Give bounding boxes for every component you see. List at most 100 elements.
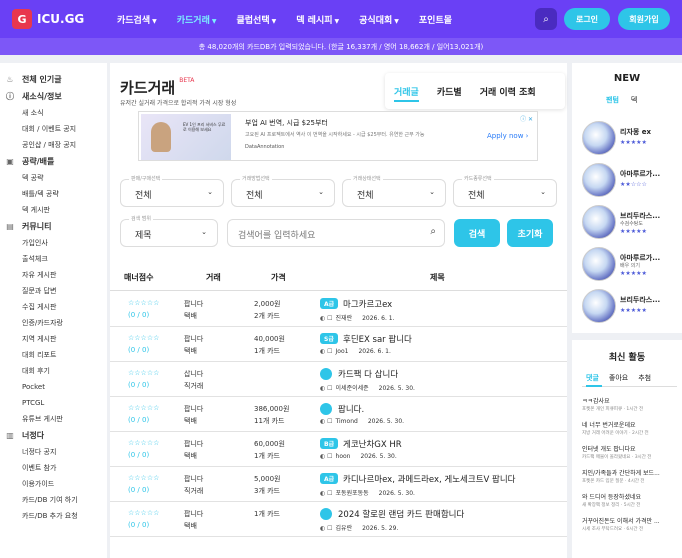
nav-official-tournament[interactable]: 공식대회 ▼ bbox=[359, 13, 399, 26]
nav-deck-recipe[interactable]: 덱 레시피 ▼ bbox=[296, 13, 339, 26]
filter-card-type[interactable]: 카드종류선택 전체 ⌄ bbox=[453, 175, 557, 207]
author[interactable]: 포동원포동동 bbox=[336, 490, 369, 497]
sidebar-item[interactable]: 지역 게시판 bbox=[0, 331, 107, 347]
activity-item[interactable]: 네 너무 번거로운데요 지방 거래 어려운 이야기 · 2시간 전 bbox=[582, 420, 677, 436]
activity-item[interactable]: 와 드디어 등장하셨네요 새 확장팩 정보 정리 · 5시간 전 bbox=[582, 492, 677, 508]
sidebar-item[interactable]: 이벤트 참가 bbox=[0, 460, 107, 476]
new-card-item[interactable]: 브리두라스... ★★★★★ bbox=[582, 289, 677, 325]
sidebar-group-news[interactable]: ⓘ 새소식/정보 bbox=[0, 88, 107, 105]
table-row[interactable]: ☆☆☆☆☆ (0 / 0) 팝니다 택배 60,000원 1개 카드 B급 게코… bbox=[110, 433, 567, 467]
tab-new-cards[interactable]: 팬텀 bbox=[606, 96, 619, 104]
sidebar-item[interactable]: 배틀/덱 공략 bbox=[0, 186, 107, 202]
activity-item[interactable]: ㅋㅋ감사요 포켓몬 개인 피큐피큐 · 1시간 전 bbox=[582, 396, 677, 412]
reset-button[interactable]: 초기화 bbox=[507, 219, 553, 247]
search-icon[interactable]: ⌕ bbox=[430, 226, 436, 237]
card-rating-stars: ★★★★★ bbox=[620, 307, 647, 314]
tab-likes[interactable]: 좋아요 bbox=[609, 374, 628, 382]
sidebar-item[interactable]: 대회 리포트 bbox=[0, 347, 107, 363]
sidebar-item[interactable]: 새 소식 bbox=[0, 105, 107, 121]
search-icon[interactable]: ⌕ bbox=[535, 8, 557, 30]
post-title[interactable]: 후딘EX sar 팝니다 bbox=[343, 333, 412, 345]
author[interactable]: 이세준이세준 bbox=[336, 385, 369, 392]
filter-trade-status[interactable]: 거래상태선택 전체 ⌄ bbox=[342, 175, 446, 207]
sidebar-group-nj[interactable]: ▥ 너정다 bbox=[0, 427, 107, 444]
sidebar-item[interactable]: 대회 / 이벤트 공지 bbox=[0, 121, 107, 137]
sidebar-item[interactable]: 너정다 공지 bbox=[0, 444, 107, 460]
activity-item[interactable]: 지인/가족들과 간단하게 보드... 포켓몬 카드 입문 질문 · 4시간 전 bbox=[582, 468, 677, 484]
sidebar-item[interactable]: 유튜브 게시판 bbox=[0, 411, 107, 427]
sidebar-item[interactable]: 공인샵 / 매장 공지 bbox=[0, 137, 107, 153]
new-card-item[interactable]: 브리두라스... 수검수탕도 ★★★★★ bbox=[582, 205, 677, 241]
login-button[interactable]: 로그인 bbox=[564, 8, 610, 30]
sidebar-item[interactable]: 수집 게시판 bbox=[0, 299, 107, 315]
sidebar-item[interactable]: 덱 게시판 bbox=[0, 202, 107, 218]
tab-posts[interactable]: 거래글 bbox=[385, 85, 428, 102]
post-date: 2026. 6. 1. bbox=[358, 348, 391, 355]
post-title[interactable]: 카디나르마ex, 과메드라ex, 게노세크트V 팝니다 bbox=[343, 473, 516, 485]
table-row[interactable]: ☆☆☆☆☆ (0 / 0) 팝니다 택배 1개 카드 2024 할로윈 랜덤 카… bbox=[110, 503, 567, 537]
advertisement[interactable]: EV 1인 프리 서비스 무료로 이용해 보세요 부업 AI 번역, 시급 $2… bbox=[138, 111, 538, 161]
nav-point-mall[interactable]: 포인트몰 bbox=[419, 13, 452, 26]
author[interactable]: 김유란 bbox=[336, 525, 353, 532]
ad-info-icon[interactable]: ⓘ ✕ bbox=[520, 114, 533, 123]
post-title[interactable]: 카드팩 다 삽니다 bbox=[338, 368, 398, 380]
post-title[interactable]: 마그카르고ex bbox=[343, 298, 392, 310]
trade-tabs: 거래글 카드별 거래 이력 조회 bbox=[385, 73, 565, 109]
sidebar-item[interactable]: 이용가이드 bbox=[0, 476, 107, 492]
tab-new-decks[interactable]: 덱 bbox=[631, 96, 637, 104]
activity-item[interactable]: 인터넷 개도 팝니다요 카드팩 매물이 올라왔네요 · 3시간 전 bbox=[582, 444, 677, 460]
nav-card-search[interactable]: 카드검색 ▼ bbox=[117, 13, 157, 26]
sidebar-item[interactable]: 카드/DB 기여 하기 bbox=[0, 492, 107, 508]
sidebar-item[interactable]: PTCGL bbox=[0, 395, 107, 411]
table-row[interactable]: ☆☆☆☆☆ (0 / 0) 삽니다 직거래 카드팩 다 삽니다 ◐ ☐ 이세준이세… bbox=[110, 363, 567, 397]
tab-comments[interactable]: 댓글 bbox=[586, 374, 599, 382]
filter-trade-type[interactable]: 판매/구매선택 전체 ⌄ bbox=[120, 175, 224, 207]
sidebar-item[interactable]: 출석체크 bbox=[0, 251, 107, 267]
sidebar-item-popular[interactable]: ♨ 전체 인기글 bbox=[0, 71, 107, 88]
search-placeholder: 검색어를 입력하세요 bbox=[238, 231, 316, 241]
table-row[interactable]: ☆☆☆☆☆ (0 / 0) 팝니다 택배 386,000원 11개 카드 팝니다… bbox=[110, 398, 567, 432]
sidebar-group-strategy[interactable]: ▣ 공략/배틀 bbox=[0, 153, 107, 170]
search-button[interactable]: 검색 bbox=[454, 219, 500, 247]
new-card-item[interactable]: 아마루르가... ★★☆☆☆ bbox=[582, 163, 677, 199]
sidebar-item[interactable]: Pocket bbox=[0, 379, 107, 395]
new-card-item[interactable]: 리자몽 ex ★★★★★ bbox=[582, 121, 677, 157]
search-scope-select[interactable]: 검색 범위 제목 ⌄ bbox=[120, 215, 218, 247]
author[interactable]: 진재란 bbox=[336, 315, 353, 322]
manner-stars: ☆☆☆☆☆ bbox=[128, 509, 160, 517]
sidebar-item[interactable]: 자유 게시판 bbox=[0, 267, 107, 283]
sidebar-item[interactable]: 카드/DB 추가 요청 bbox=[0, 508, 107, 524]
new-card-item[interactable]: 아마루르가... 배우 의기 ★★★★★ bbox=[582, 247, 677, 283]
signup-button[interactable]: 회원가입 bbox=[618, 8, 670, 30]
post-meta: ◐ ☐ Timond 2026. 5. 30. bbox=[320, 418, 404, 425]
author[interactable]: Joo1 bbox=[336, 348, 349, 355]
author[interactable]: Timond bbox=[336, 418, 358, 425]
author[interactable]: hoon bbox=[336, 453, 351, 460]
table-row[interactable]: ☆☆☆☆☆ (0 / 0) 팝니다 택배 2,000원 2개 카드 A급 마그카… bbox=[110, 293, 567, 327]
filter-trade-method[interactable]: 거래방법선택 전체 ⌄ bbox=[231, 175, 335, 207]
sidebar-item[interactable]: 가입인사 bbox=[0, 235, 107, 251]
sidebar-item[interactable]: 인증/카드자랑 bbox=[0, 315, 107, 331]
table-row[interactable]: ☆☆☆☆☆ (0 / 0) 팝니다 직거래 5,000원 3개 카드 A급 카디… bbox=[110, 468, 567, 502]
ad-image-text: EV 1인 프리 서비스 무료로 이용해 보세요 bbox=[183, 122, 226, 132]
post-title[interactable]: 2024 할로윈 랜덤 카드 판매합니다 bbox=[338, 508, 464, 520]
user-icons: ◐ ☐ bbox=[320, 490, 333, 497]
activity-item[interactable]: 거꾸어진돈도 이해서 가격만 ... 시세 조사 부탁드려요 · 6시간 전 bbox=[582, 516, 677, 532]
post-title[interactable]: 게코난차GX HR bbox=[343, 438, 402, 450]
nav-card-trade[interactable]: 카드거래 ▼ bbox=[177, 13, 217, 26]
nav-club[interactable]: 클럽선택 ▼ bbox=[237, 13, 277, 26]
post-meta: ◐ ☐ 포동원포동동 2026. 5. 30. bbox=[320, 488, 415, 497]
post-title[interactable]: 팝니다. bbox=[338, 403, 364, 415]
sidebar-group-community[interactable]: ▤ 커뮤니티 bbox=[0, 218, 107, 235]
sidebar-item[interactable]: 덱 공략 bbox=[0, 170, 107, 186]
search-input[interactable]: 검색어를 입력하세요 ⌕ bbox=[227, 219, 445, 247]
table-row[interactable]: ☆☆☆☆☆ (0 / 0) 팝니다 택배 40,000원 1개 카드 S급 후딘… bbox=[110, 328, 567, 362]
sidebar-item[interactable]: 질문과 답변 bbox=[0, 283, 107, 299]
no-grade-dot bbox=[320, 508, 332, 520]
tab-by-card[interactable]: 카드별 bbox=[428, 85, 471, 98]
sidebar-item[interactable]: 대회 후기 bbox=[0, 363, 107, 379]
site-logo[interactable]: G ICU.GG bbox=[12, 9, 107, 29]
tab-draws[interactable]: 추첨 bbox=[638, 374, 651, 382]
ad-apply-link[interactable]: Apply now › bbox=[487, 132, 528, 140]
tab-history[interactable]: 거래 이력 조회 bbox=[471, 85, 545, 98]
